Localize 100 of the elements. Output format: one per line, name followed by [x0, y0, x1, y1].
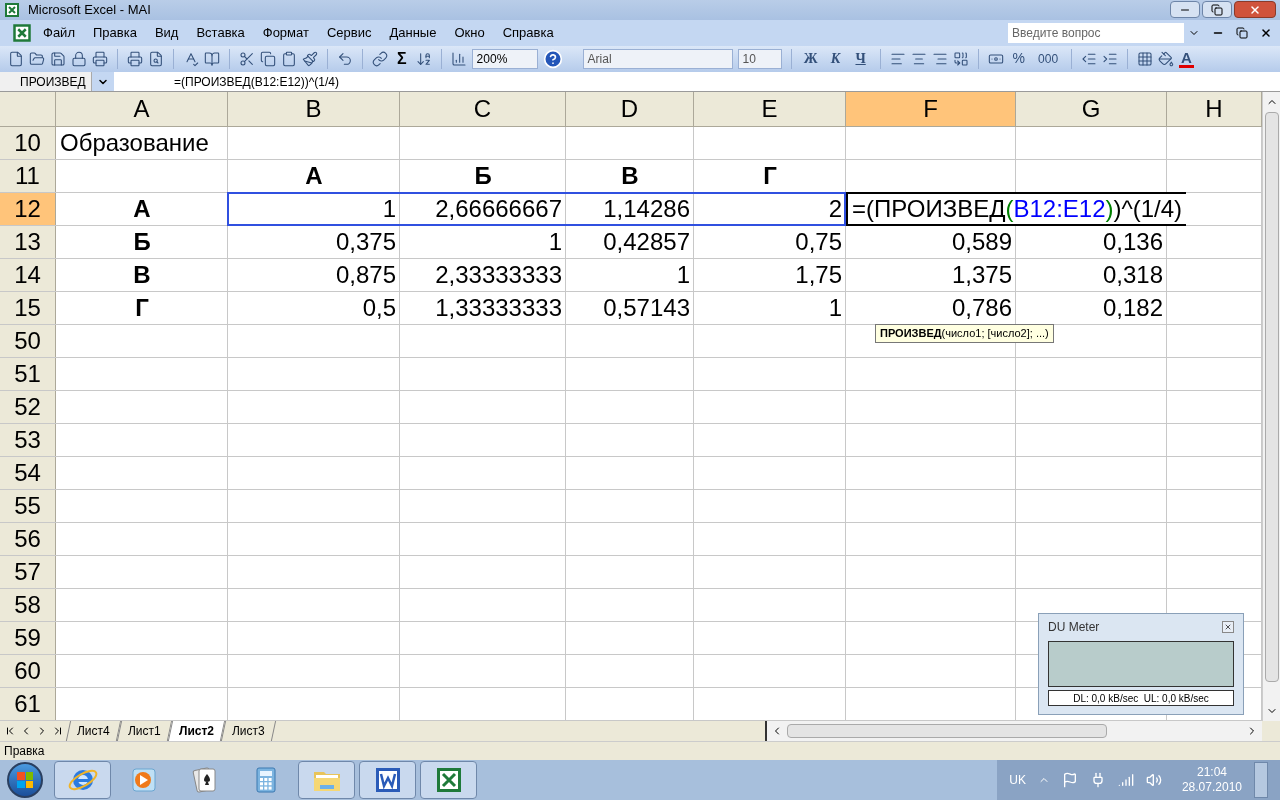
undo-icon[interactable]: [337, 50, 353, 67]
menu-item[interactable]: Окно: [447, 22, 492, 43]
folder-icon[interactable]: [29, 50, 45, 67]
taskbar-button[interactable]: [420, 761, 477, 799]
formula-edit-cell[interactable]: =(ПРОИЗВЕД(B12:E12))^(1/4): [846, 192, 1187, 227]
format-button[interactable]: К: [825, 48, 846, 70]
sort-icon[interactable]: [415, 50, 432, 67]
brush-icon[interactable]: [302, 50, 318, 67]
row-header[interactable]: 12: [0, 193, 56, 226]
new-file-icon[interactable]: [8, 50, 24, 67]
column-header[interactable]: E: [694, 92, 846, 128]
font-color-button[interactable]: A: [1179, 49, 1194, 68]
printer-icon[interactable]: [127, 50, 143, 67]
lock-icon[interactable]: [71, 50, 87, 67]
restore-button[interactable]: [1202, 1, 1232, 19]
cut-icon[interactable]: [239, 50, 255, 67]
minimize-button[interactable]: [1170, 1, 1200, 19]
horizontal-scrollbar[interactable]: [765, 721, 1262, 741]
row-header[interactable]: 54: [0, 457, 56, 490]
column-header[interactable]: D: [566, 92, 694, 128]
name-box-dropdown[interactable]: [92, 72, 114, 92]
row-header[interactable]: 51: [0, 358, 56, 391]
close-button[interactable]: [1234, 1, 1276, 19]
row-header[interactable]: 50: [0, 325, 56, 358]
restore-icon[interactable]: [1236, 26, 1248, 39]
menu-item[interactable]: Файл: [36, 22, 82, 43]
sheet-tab[interactable]: Лист3: [220, 721, 276, 741]
row-header[interactable]: 10: [0, 127, 56, 160]
spreadsheet-app-icon[interactable]: [12, 22, 32, 43]
thousands-button[interactable]: 000: [1034, 49, 1063, 68]
spellcheck-icon[interactable]: [183, 50, 199, 67]
row-header[interactable]: 55: [0, 490, 56, 523]
merge-icon[interactable]: [952, 50, 969, 67]
scroll-thumb[interactable]: [787, 724, 1107, 739]
print-preview-icon[interactable]: [148, 50, 164, 67]
column-header[interactable]: B: [228, 92, 400, 128]
borders-icon[interactable]: [1137, 50, 1154, 67]
column-header[interactable]: C: [400, 92, 566, 128]
menu-item[interactable]: Справка: [495, 22, 561, 43]
sheet-tab[interactable]: Лист4: [65, 721, 121, 741]
help-icon[interactable]: [542, 48, 563, 69]
font-dropdown[interactable]: Arial: [582, 48, 733, 69]
table-cell: В: [133, 263, 151, 288]
save-icon[interactable]: [50, 50, 66, 67]
corner-cell[interactable]: [0, 92, 56, 128]
column-header[interactable]: F: [846, 92, 1016, 128]
first-sheet-icon[interactable]: [4, 725, 16, 738]
percent-button[interactable]: %: [1008, 48, 1030, 70]
sheet-tab[interactable]: Лист2: [167, 721, 225, 741]
row-header[interactable]: 11: [0, 160, 56, 193]
name-box[interactable]: ПРОИЗВЕД: [0, 72, 92, 92]
taskbar-button[interactable]: [359, 761, 416, 799]
menu-item[interactable]: Сервис: [319, 22, 379, 43]
sheet-tab[interactable]: Лист1: [116, 721, 172, 741]
row-header[interactable]: 58: [0, 589, 56, 622]
scroll-thumb[interactable]: [1264, 112, 1279, 683]
row-header[interactable]: 59: [0, 622, 56, 655]
flag-icon[interactable]: [1061, 772, 1078, 788]
autosum-button[interactable]: Σ: [393, 46, 411, 71]
formula-field[interactable]: =(ПРОИЗВЕД(B12:E12))^(1/4): [174, 72, 340, 91]
close-button[interactable]: [1222, 621, 1234, 634]
copy-icon[interactable]: [260, 50, 276, 67]
taskbar-button[interactable]: [298, 761, 355, 799]
format-button[interactable]: Ч: [850, 48, 871, 70]
menu-item[interactable]: Правка: [85, 22, 144, 43]
row-header[interactable]: 52: [0, 391, 56, 424]
menu-item[interactable]: Вид: [147, 22, 186, 43]
volume-icon[interactable]: [1145, 772, 1162, 788]
last-sheet-icon[interactable]: [52, 725, 64, 738]
font-size-dropdown[interactable]: 10: [737, 48, 782, 69]
table-cell: 1,75: [795, 263, 842, 288]
taskbar-button[interactable]: [54, 761, 111, 799]
chart-icon[interactable]: [450, 50, 467, 67]
book-icon[interactable]: [204, 50, 220, 67]
row-header[interactable]: 14: [0, 259, 56, 292]
row-header[interactable]: 61: [0, 688, 56, 721]
row-header[interactable]: 15: [0, 292, 56, 325]
close-icon[interactable]: [1260, 26, 1272, 39]
menu-item[interactable]: Данные: [382, 22, 444, 43]
row-header[interactable]: 53: [0, 424, 56, 457]
column-header[interactable]: H: [1167, 92, 1262, 128]
table-cell: А: [305, 164, 323, 189]
row-header[interactable]: 56: [0, 523, 56, 556]
menu-item[interactable]: Формат: [255, 22, 316, 43]
vertical-scrollbar[interactable]: [1262, 92, 1280, 722]
help-search-field[interactable]: Введите вопрос: [1008, 22, 1184, 43]
paste-icon[interactable]: [281, 50, 297, 67]
fill-color-icon[interactable]: [1158, 50, 1175, 67]
table-cell: 0,318: [1102, 263, 1163, 288]
column-header[interactable]: G: [1016, 92, 1167, 128]
zoom-dropdown[interactable]: 200%: [471, 48, 538, 69]
menu-item[interactable]: Вставка: [189, 22, 252, 43]
row-header[interactable]: 57: [0, 556, 56, 589]
signal-icon[interactable]: [1117, 772, 1134, 788]
link-icon[interactable]: [372, 50, 388, 67]
row-header[interactable]: 13: [0, 226, 56, 259]
printer-icon[interactable]: [92, 50, 108, 67]
format-button[interactable]: Ж: [800, 48, 821, 70]
column-header[interactable]: A: [56, 92, 228, 128]
row-header[interactable]: 60: [0, 655, 56, 688]
